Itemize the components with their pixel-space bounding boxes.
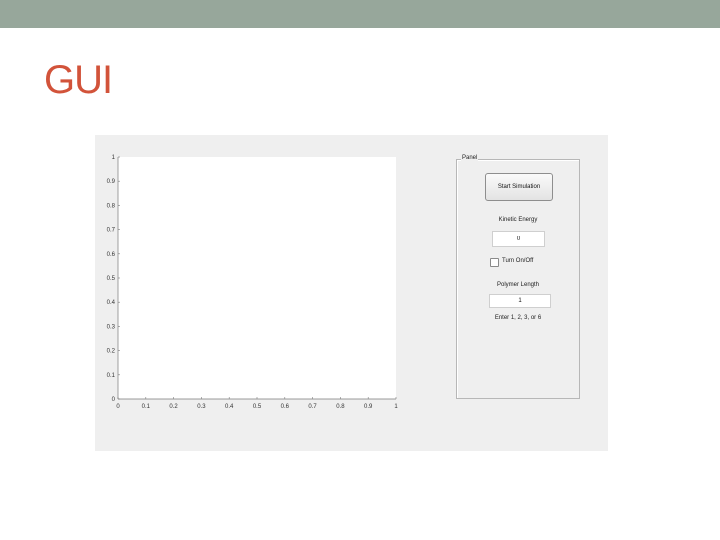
polymer-length-hint: Enter 1, 2, 3, or 6	[494, 315, 542, 321]
x-tick-label: 0	[116, 404, 120, 410]
y-tick-label: 0.1	[107, 373, 116, 379]
y-tick-label: 0.4	[107, 300, 116, 306]
kinetic-energy-input[interactable]	[492, 231, 545, 247]
turn-on-off-label: Turn On/Off	[502, 258, 534, 264]
x-tick-label: 0.8	[336, 404, 345, 410]
y-tick-label: 0.9	[107, 179, 116, 185]
y-tick-label: 0.7	[107, 228, 116, 234]
y-tick-label: 1	[112, 155, 116, 161]
x-tick-label: 0.3	[197, 404, 206, 410]
x-tick-label: 0.7	[308, 404, 317, 410]
y-tick-label: 0	[112, 397, 116, 403]
y-tick-label: 0.8	[107, 203, 116, 209]
x-tick-label: 0.4	[225, 404, 234, 410]
slide-title: GUI	[44, 58, 113, 102]
control-panel: Panel Start Simulation Kinetic Energy Tu…	[456, 155, 580, 399]
x-tick-label: 0.1	[142, 404, 151, 410]
start-simulation-button[interactable]: Start Simulation	[485, 173, 553, 201]
x-tick-label: 1	[394, 404, 398, 410]
x-tick-label: 0.2	[169, 404, 178, 410]
turn-on-off-checkbox[interactable]	[490, 258, 499, 267]
top-band	[0, 0, 720, 28]
y-tick-label: 0.5	[107, 276, 116, 282]
y-tick-label: 0.6	[107, 252, 116, 258]
polymer-length-label: Polymer Length	[496, 282, 540, 288]
panel-title: Panel	[461, 155, 479, 161]
y-tick-label: 0.2	[107, 349, 116, 355]
polymer-length-input[interactable]	[489, 294, 551, 308]
kinetic-energy-label: Kinetic Energy	[498, 217, 538, 223]
x-tick-label: 0.5	[253, 404, 262, 410]
gui-window: 0 0.1 0.2 0.3 0.4 0.5 0.6 0.7 0.8 0.9 1 0 0.1 0.2 0.3 0…	[95, 135, 608, 451]
x-tick-label: 0.9	[364, 404, 373, 410]
x-tick-label: 0.6	[281, 404, 290, 410]
y-tick-label: 0.3	[107, 324, 116, 330]
